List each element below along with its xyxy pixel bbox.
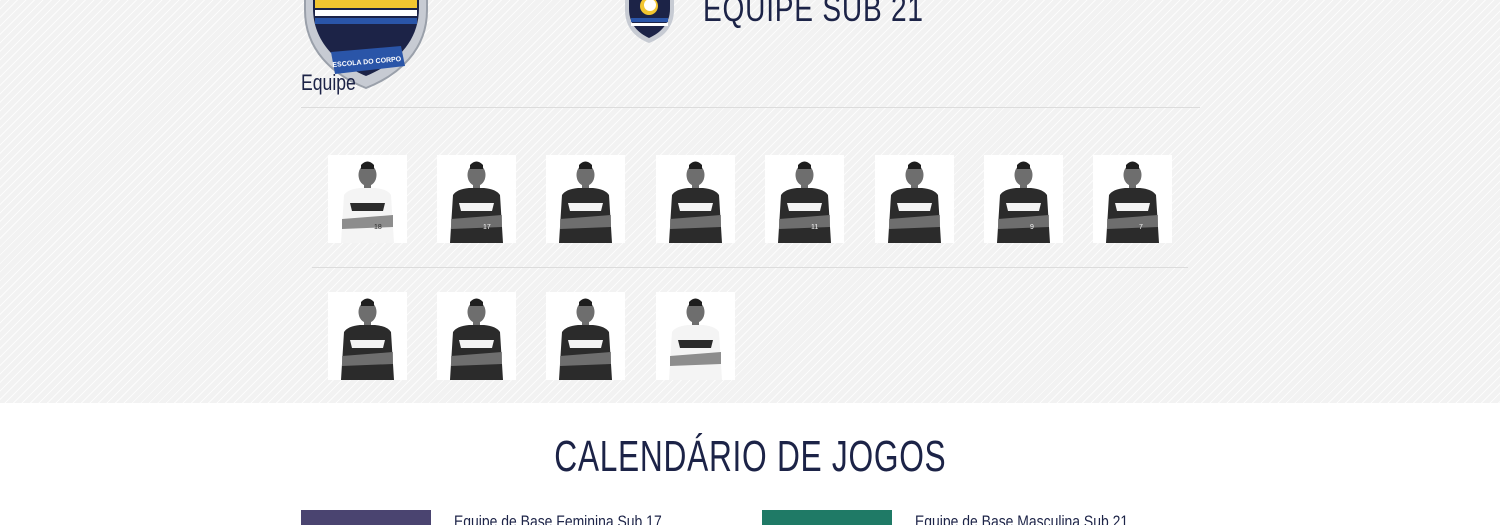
player-photo[interactable] — [875, 155, 954, 243]
calendar-title: CALENDÁRIO DE JOGOS — [553, 432, 947, 481]
player-photo[interactable]: 11 — [765, 155, 844, 243]
section-label: Equipe — [301, 70, 356, 95]
shirt-number: 7 — [1139, 224, 1143, 231]
player-photo[interactable] — [546, 292, 625, 380]
shirt-number: 18 — [374, 224, 382, 231]
player-photo[interactable] — [437, 292, 516, 380]
game-thumbnail[interactable] — [301, 510, 431, 525]
shirt-number: 9 — [1030, 224, 1034, 231]
player-photo[interactable] — [328, 292, 407, 380]
player-photo[interactable]: 18 — [328, 155, 407, 243]
game-thumbnail[interactable] — [762, 510, 892, 525]
game-link[interactable]: Equipe de Base Feminina Sub 17 — [454, 512, 662, 525]
player-photo[interactable] — [656, 292, 735, 380]
player-photo[interactable]: 7 — [1093, 155, 1172, 243]
team-section: ESCOLA DO CORPO EQUIPE SUB 21 Equipe 18 1… — [0, 0, 1500, 403]
team-title: EQUIPE SUB 21 — [703, 0, 924, 29]
divider — [312, 267, 1188, 268]
game-link[interactable]: Equipe de Base Masculina Sub 21 — [915, 512, 1128, 525]
shirt-number: 17 — [483, 224, 491, 231]
team-crest-icon — [625, 0, 674, 43]
divider — [301, 107, 1200, 108]
player-photo[interactable]: 9 — [984, 155, 1063, 243]
player-photo[interactable] — [656, 155, 735, 243]
player-photo[interactable] — [546, 155, 625, 243]
player-photo[interactable]: 17 — [437, 155, 516, 243]
shirt-number: 11 — [811, 224, 818, 231]
